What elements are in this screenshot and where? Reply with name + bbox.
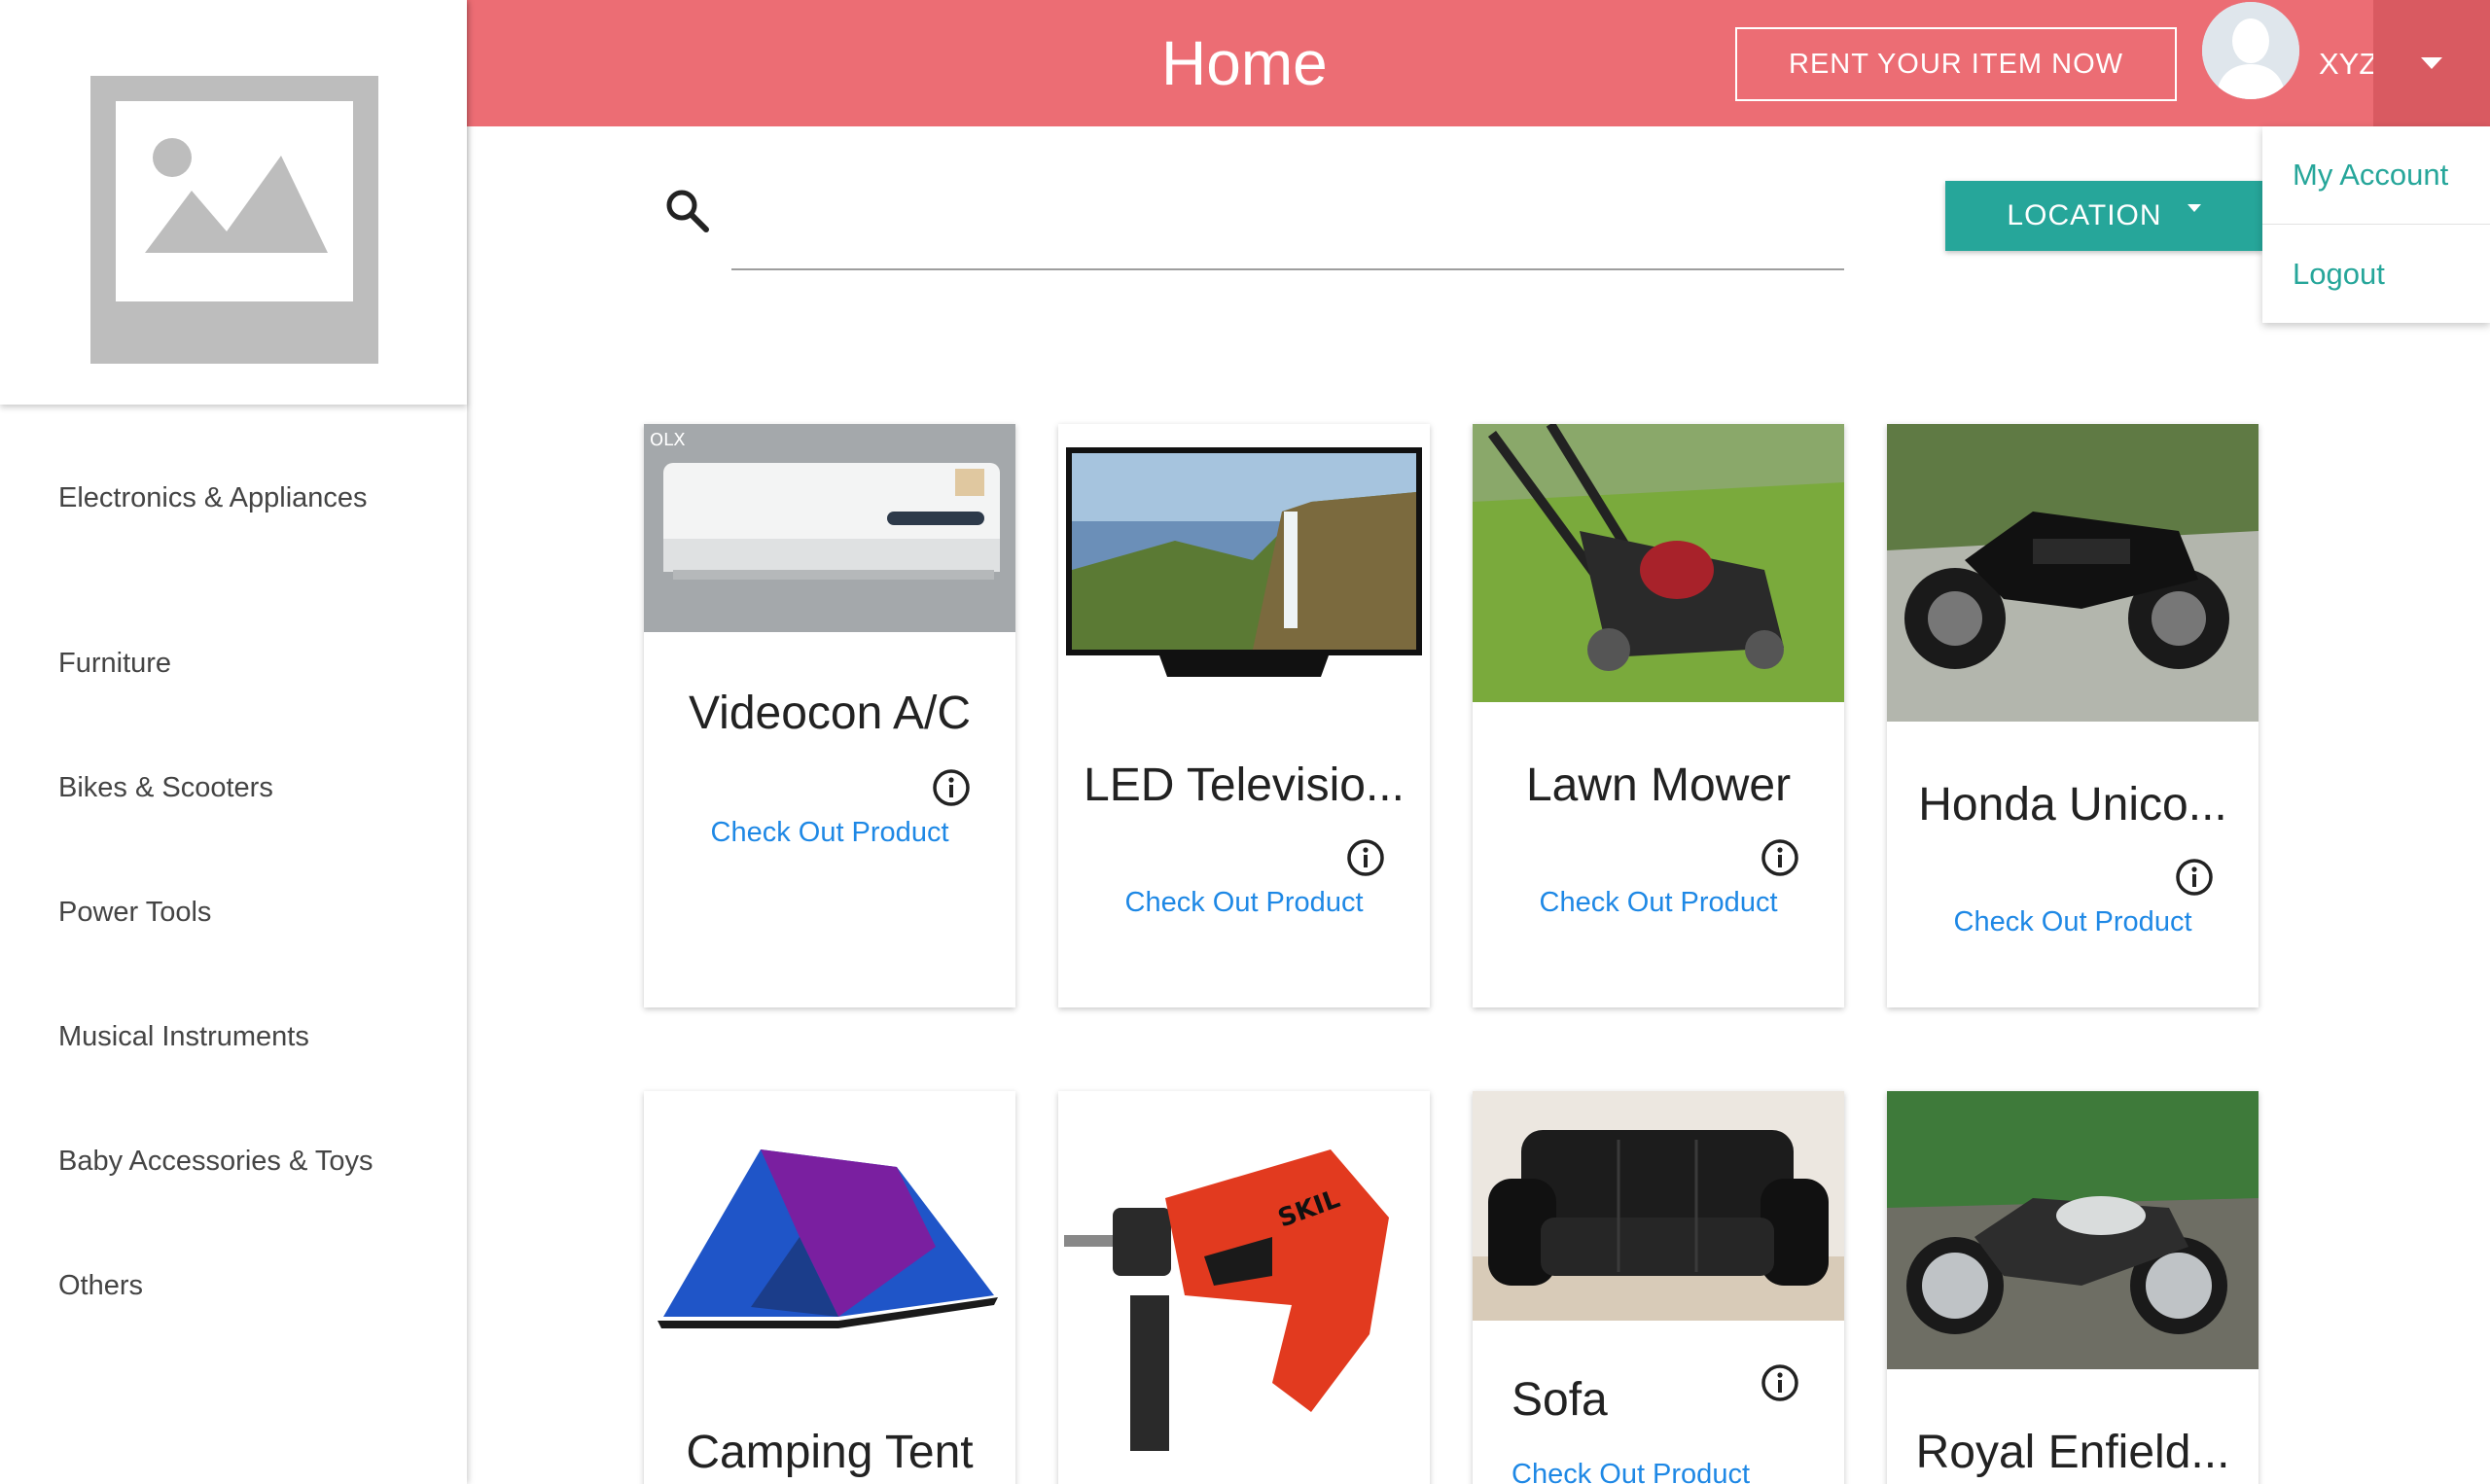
sofa-photo bbox=[1473, 1091, 1844, 1321]
sidebar: Electronics & Appliances Furniture Bikes… bbox=[0, 0, 467, 1484]
location-dropdown-button[interactable]: LOCATION bbox=[1945, 181, 2262, 251]
product-title: Videocon A/C bbox=[689, 688, 971, 739]
info-icon[interactable] bbox=[2175, 858, 2214, 897]
info-icon[interactable] bbox=[1761, 838, 1799, 877]
product-card[interactable]: LED Televisio... Check Out Product bbox=[1058, 424, 1430, 1007]
product-title: Camping Tent bbox=[686, 1427, 974, 1478]
sidebar-item-power-tools[interactable]: Power Tools bbox=[58, 850, 373, 974]
logo-box bbox=[0, 0, 467, 405]
product-card[interactable]: Lawn Mower Check Out Product bbox=[1473, 424, 1844, 1007]
check-out-product-link[interactable]: Check Out Product bbox=[644, 817, 1015, 849]
product-card[interactable]: Royal Enfield... bbox=[1887, 1091, 2259, 1484]
check-out-product-link[interactable]: Check Out Product bbox=[1887, 906, 2259, 938]
sidebar-item-furniture[interactable]: Furniture bbox=[58, 601, 373, 725]
product-title: Lawn Mower bbox=[1525, 760, 1792, 811]
product-title: Honda Unico... bbox=[1918, 779, 2227, 830]
svg-text:OLX: OLX bbox=[650, 430, 686, 450]
sidebar-item-bikes[interactable]: Bikes & Scooters bbox=[58, 725, 373, 850]
image-placeholder-icon bbox=[90, 76, 378, 364]
product-title: LED Televisio... bbox=[1084, 760, 1405, 811]
search-icon[interactable] bbox=[661, 185, 712, 235]
product-card[interactable]: Camping Tent bbox=[644, 1091, 1015, 1484]
check-out-product-link[interactable]: Check Out Product bbox=[1473, 887, 1844, 919]
check-out-product-link[interactable]: Check Out Product bbox=[1473, 1459, 1844, 1484]
info-icon[interactable] bbox=[932, 768, 971, 807]
avatar[interactable] bbox=[2202, 2, 2299, 99]
sidebar-item-others[interactable]: Others bbox=[58, 1223, 373, 1348]
location-label: LOCATION bbox=[2007, 199, 2162, 231]
product-card[interactable]: Honda Unico... Check Out Product bbox=[1887, 424, 2259, 1007]
account-dropdown-toggle[interactable] bbox=[2373, 0, 2490, 126]
caret-down-icon bbox=[2421, 57, 2442, 69]
category-list: Electronics & Appliances Furniture Bikes… bbox=[58, 477, 373, 1348]
sidebar-item-baby-toys[interactable]: Baby Accessories & Toys bbox=[58, 1099, 373, 1223]
product-card[interactable]: OLX Videocon A/C Check Out Product bbox=[644, 424, 1015, 1007]
led-tv-photo bbox=[1058, 424, 1430, 687]
app-root: Electronics & Appliances Furniture Bikes… bbox=[0, 0, 2490, 1484]
sidebar-item-electronics[interactable]: Electronics & Appliances bbox=[58, 477, 373, 519]
tent-photo bbox=[644, 1091, 1015, 1354]
my-account-menu-item[interactable]: My Account bbox=[2262, 126, 2490, 225]
motorcycle-photo bbox=[1887, 424, 2259, 722]
sidebar-item-musical-instruments[interactable]: Musical Instruments bbox=[58, 974, 373, 1099]
account-menu: My Account Logout bbox=[2262, 126, 2490, 323]
logout-menu-item[interactable]: Logout bbox=[2262, 225, 2490, 323]
drill-photo: SKIL bbox=[1058, 1091, 1430, 1451]
page-title: Home bbox=[1161, 28, 1328, 98]
air-conditioner-photo: OLX bbox=[644, 424, 1015, 632]
info-icon[interactable] bbox=[1346, 838, 1385, 877]
rent-item-button[interactable]: RENT YOUR ITEM NOW bbox=[1735, 27, 2177, 101]
user-silhouette-icon bbox=[2202, 2, 2299, 99]
username: XYZ bbox=[2319, 47, 2378, 81]
lawn-mower-photo bbox=[1473, 424, 1844, 702]
product-card[interactable]: Sofa Check Out Product bbox=[1473, 1091, 1844, 1484]
caret-down-icon bbox=[2187, 204, 2201, 212]
info-icon[interactable] bbox=[1761, 1363, 1799, 1402]
search-input[interactable] bbox=[731, 181, 1844, 270]
product-card[interactable]: SKIL bbox=[1058, 1091, 1430, 1484]
royal-enfield-photo bbox=[1887, 1091, 2259, 1369]
check-out-product-link[interactable]: Check Out Product bbox=[1058, 887, 1430, 919]
product-title: Royal Enfield... bbox=[1915, 1427, 2230, 1478]
top-bar: Home RENT YOUR ITEM NOW XYZ bbox=[467, 0, 2490, 126]
